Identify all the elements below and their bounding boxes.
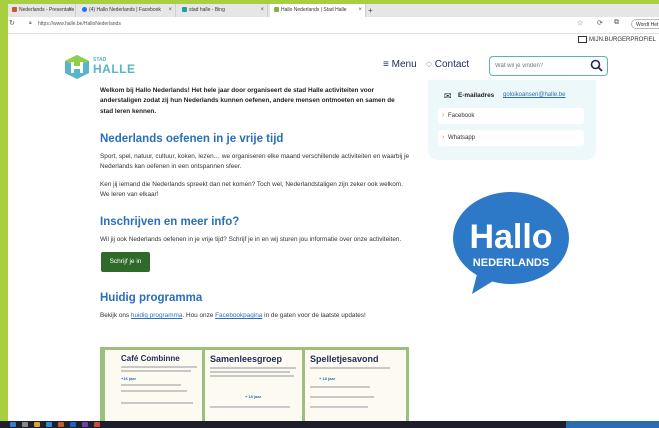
facebook-page-link[interactable]: Facebookpagina (215, 312, 262, 319)
account-link[interactable]: MIJN.BURGERPROFIEL (578, 36, 656, 43)
word-taskbar-icon[interactable] (70, 422, 76, 427)
card-subtitle: + 18 jaar (319, 376, 336, 381)
powerpoint-icon (12, 7, 17, 13)
close-icon[interactable]: × (168, 4, 172, 17)
menu-label: Menu (391, 59, 417, 70)
email-link[interactable]: goloikoansen@halle.be (503, 92, 565, 98)
sidebar-link-label: Facebook (448, 113, 475, 119)
text-line (121, 366, 197, 368)
join-button[interactable]: Schrijf je in (101, 252, 150, 272)
logo-text-big: HALLE (93, 62, 136, 76)
text-line (310, 406, 368, 408)
heading-register: Inschrijven en meer info? (100, 216, 240, 228)
text-line (310, 367, 390, 369)
search-icon[interactable] (590, 59, 603, 72)
tab-label: Hallo Nederlands | Stad Halle (281, 7, 347, 13)
text-line (210, 406, 290, 408)
close-icon[interactable]: × (358, 4, 362, 17)
card-title: Spelletjesavond (310, 354, 379, 364)
sidebar-link-whatsapp[interactable]: › Whatsapp (438, 130, 584, 146)
lock-icon: 🔒︎ (29, 20, 32, 26)
collections-icon[interactable]: ⧉ (614, 19, 619, 27)
new-tab-button[interactable]: + (368, 4, 373, 17)
search-input[interactable] (495, 60, 585, 72)
text-line (121, 390, 187, 392)
sidebar-link-label: Whatsapp (448, 135, 476, 141)
program-text: Bekijk ons huidig programma. Hou onze Fa… (100, 311, 412, 321)
account-label: MIJN.BURGERPROFIEL (589, 37, 657, 44)
text-line (310, 386, 370, 388)
teams-icon[interactable] (82, 422, 88, 427)
hallo-nederlands-logo: Hallo NEDERLANDS (453, 192, 569, 294)
text-line (310, 396, 374, 398)
favorites-star-icon[interactable]: ☆ (577, 19, 583, 27)
program-image[interactable]: Café Combinne +16 jaar Samenleesgroep + … (100, 347, 409, 422)
menu-button[interactable]: ≡ Menu (383, 59, 417, 70)
bing-icon (182, 7, 187, 13)
search-box[interactable] (489, 56, 608, 76)
envelope-icon: ✉ (444, 91, 452, 101)
text-line (210, 371, 290, 373)
tab-label: Nederlands - Presentatie (19, 7, 75, 13)
chat-bubble-icon: ◌ (426, 59, 432, 70)
word-button[interactable]: Wordt Het g (631, 19, 659, 29)
left-accent-bar (0, 4, 8, 428)
tab-hallo-nederlands[interactable]: Hallo Nederlands | Stad Halle × (270, 4, 366, 17)
taskbar-tray[interactable] (566, 421, 659, 428)
contact-button[interactable]: ◌ Contact (426, 59, 469, 70)
close-icon[interactable]: × (68, 4, 72, 17)
practice-text-1: Sport, spel, natuur, cultuur, koken, lez… (100, 153, 410, 171)
card-title: Samenleesgroep (210, 354, 283, 364)
email-label: E-mailadres (458, 92, 495, 99)
contact-label: Contact (434, 59, 470, 70)
halle-logo-icon[interactable] (64, 54, 90, 80)
reload-icon[interactable]: ↻ (9, 19, 15, 27)
program-text-mid: . Hou onze (182, 312, 216, 319)
powerpoint-taskbar-icon[interactable] (58, 422, 64, 427)
heading-practice: Nederlands oefenen in je vrije tijd (100, 133, 284, 145)
text-line (210, 375, 294, 377)
halle-icon (274, 7, 279, 13)
refresh-page-icon[interactable]: ⟳ (597, 19, 603, 27)
tab-label: (4) Hallo Nederlands | Facebook (89, 7, 161, 13)
text-line (121, 384, 181, 386)
text-line (210, 367, 296, 369)
app-icon[interactable] (94, 422, 100, 427)
start-icon[interactable] (10, 422, 16, 427)
intro-text: Welkom bij Hallo Nederlands! Het hele ja… (100, 87, 395, 115)
id-card-icon (578, 36, 587, 43)
card-subtitle: +16 jaar (121, 376, 137, 381)
logo-word-hallo: Hallo (469, 218, 552, 256)
edge-icon[interactable] (46, 422, 52, 427)
close-icon[interactable]: × (260, 4, 264, 17)
facebook-icon (82, 7, 87, 13)
logo-word-nederlands: NEDERLANDS (473, 257, 549, 269)
card-cafe: Café Combinne +16 jaar (105, 350, 202, 422)
text-line (121, 402, 193, 404)
chevron-right-icon: › (442, 112, 445, 119)
practice-text-2: Ken jij iemand die Nederlands spreekt da… (100, 181, 403, 199)
card-title: Café Combinne (121, 354, 180, 363)
program-text-pre: Bekijk ons (100, 312, 131, 319)
chevron-right-icon: › (442, 134, 445, 141)
hamburger-icon: ≡ (383, 59, 389, 70)
url-text[interactable]: https://www.halle.be/HalloNederlands (38, 21, 121, 27)
text-line (121, 370, 191, 372)
card-samenleesgroep: Samenleesgroep + 18 jaar (205, 350, 302, 422)
search-taskbar-icon[interactable] (22, 422, 28, 427)
tab-bing[interactable]: stad halle - Bing × (178, 4, 268, 17)
heading-program: Huidig programma (100, 292, 203, 304)
program-link[interactable]: huidig programma (131, 312, 183, 319)
sidebar-link-facebook[interactable]: › Facebook (438, 108, 584, 124)
tab-strip: Nederlands - Presentatie × (4) Hallo Nede… (8, 4, 659, 17)
card-subtitle: + 18 jaar (245, 394, 262, 399)
register-text: Wil jij ook Nederlands oefenen in je vri… (100, 236, 402, 243)
folder-icon[interactable] (34, 422, 40, 427)
card-spelletjesavond: Spelletjesavond + 18 jaar (305, 350, 406, 422)
tab-facebook[interactable]: (4) Hallo Nederlands | Facebook × (78, 4, 176, 17)
program-text-post: in de gaten voor de laatste updates! (262, 312, 366, 319)
tab-presentation[interactable]: Nederlands - Presentatie × (8, 4, 76, 17)
tab-label: stad halle - Bing (189, 7, 225, 13)
